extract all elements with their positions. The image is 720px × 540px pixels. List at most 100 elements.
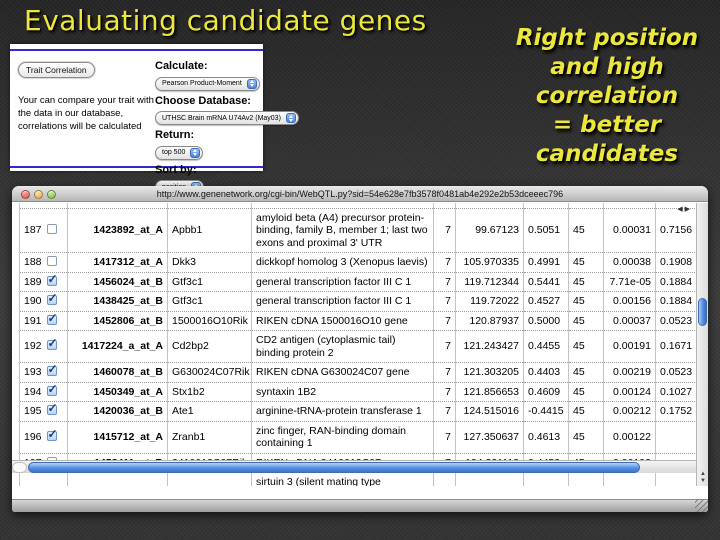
row-checkbox[interactable] [47,256,57,266]
correlation-link[interactable]: 0.5051 [524,208,569,253]
probe-id-link[interactable]: 1452806_at_B [68,311,168,331]
correlation-link[interactable]: 0.4613 [524,421,569,453]
table-row: 189 1456024_at_B Gtf3c1 general transcri… [20,272,705,292]
gene-symbol-link[interactable]: Cd2bp2 [168,331,252,363]
probe-id-link[interactable]: 1460078_at_B [68,363,168,383]
row-checkbox[interactable] [47,405,57,415]
minimize-window-icon[interactable] [34,190,43,199]
table-row: 187 1423892_at_A Apbb1 amyloid beta (A4)… [20,208,705,253]
correlation-link[interactable]: 0.5000 [524,311,569,331]
probe-id-link[interactable]: 1438425_at_B [68,292,168,312]
gene-symbol-link[interactable]: Dkk3 [168,253,252,273]
gene-symbol-link[interactable]: Sirt3 [168,473,252,487]
chromosome-cell: 7 [434,272,456,292]
window-status-bar [12,499,708,512]
row-index-cell: 195 [20,402,68,422]
return-dropdown[interactable]: top 500 [155,146,203,160]
callout-line: correlation [498,82,716,111]
calculate-label: Calculate: [155,60,273,72]
close-window-icon[interactable] [21,190,30,199]
gene-symbol-link[interactable]: 1500016O10Rik [168,311,252,331]
probe-id-link[interactable]: 1417224_a_at_A [68,331,168,363]
callout-line: candidates [498,140,716,169]
horizontal-scroll-arrows-icon[interactable]: ◀▶ [677,205,692,470]
gene-symbol-link[interactable]: G630024C07Rik [168,363,252,383]
correlation-link[interactable]: 0.4403 [524,363,569,383]
gene-symbol-link[interactable]: Ate1 [168,402,252,422]
row-checkbox[interactable] [47,224,57,234]
horizontal-scrollbar[interactable] [12,460,696,473]
row-checkbox[interactable] [47,340,57,350]
correlation-form-panel: Trait Correlation Your can compare your … [10,44,263,171]
probe-id-link[interactable]: 1423892_at_A [68,208,168,253]
vertical-scrollbar[interactable]: ▲▼ [696,203,708,486]
correlation-link[interactable]: 0.4455 [524,331,569,363]
gene-symbol-link[interactable]: Apbb1 [168,208,252,253]
row-checkbox[interactable] [47,315,57,325]
row-checkbox[interactable] [47,431,57,441]
row-index-cell: 192 [20,331,68,363]
probe-id-link[interactable]: 1417312_at_A [68,253,168,273]
n-cases-cell: 45 [569,331,604,363]
row-checkbox[interactable] [47,386,57,396]
zoom-window-icon[interactable] [47,190,56,199]
megabase-cell: 127.350637 [456,421,524,453]
row-checkbox[interactable] [47,276,57,286]
table-row: 190 1438425_at_B Gtf3c1 general transcri… [20,292,705,312]
description-cell: dickkopf homolog 3 (Xenopus laevis) [252,253,434,273]
correlation-link[interactable]: -0.4415 [524,402,569,422]
horizontal-scrollbar-thumb[interactable] [28,462,640,473]
probe-id-link[interactable]: 1417892_a_at_A [68,473,168,487]
browser-window: http://www.genenetwork.org/cgi-bin/WebQT… [12,186,708,512]
trait-correlation-button[interactable]: Trait Correlation [18,62,95,78]
callout-text: Right position and high correlation = be… [498,24,716,169]
n-cases-cell: 45 [569,382,604,402]
calculate-dropdown[interactable]: Pearson Product-Moment [155,77,260,91]
pvalue-cell: 0.00177 [604,473,656,487]
correlation-link[interactable]: -0.4482 [524,473,569,487]
correlation-link[interactable]: 0.4609 [524,382,569,402]
database-dropdown[interactable]: UTHSC Brain mRNA U74Av2 (May03) [155,111,299,125]
gene-symbol-link[interactable]: Gtf3c1 [168,272,252,292]
chromosome-cell: 7 [434,363,456,383]
choose-database-label: Choose Database: [155,95,273,107]
gene-symbol-link[interactable]: Stx1b2 [168,382,252,402]
probe-id-link[interactable]: 1456024_at_B [68,272,168,292]
resize-grip-icon[interactable] [695,499,708,512]
correlation-link[interactable]: 0.4991 [524,253,569,273]
row-index-cell: 196 [20,421,68,453]
form-description: Your can compare your trait with the dat… [18,94,156,133]
table-row: 188 1417312_at_A Dkk3 dickkopf homolog 3… [20,253,705,273]
n-cases-cell: 45 [569,311,604,331]
table-row: 195 1420036_at_B Ate1 arginine-tRNA-prot… [20,402,705,422]
gene-symbol-link[interactable]: Gtf3c1 [168,292,252,312]
row-checkbox[interactable] [47,295,57,305]
vertical-scrollbar-thumb[interactable] [698,298,707,326]
description-cell: amyloid beta (A4) precursor protein-bind… [252,208,434,253]
description-cell: syntaxin 1B2 [252,382,434,402]
description-cell: RIKEN cDNA 1500016O10 gene [252,311,434,331]
window-title-url: http://www.genenetwork.org/cgi-bin/WebQT… [12,189,708,199]
description-cell: CD2 antigen (cytoplasmic tail) binding p… [252,331,434,363]
gene-symbol-link[interactable]: Zranb1 [168,421,252,453]
n-cases-cell: 45 [569,272,604,292]
correlation-link[interactable]: 0.5441 [524,272,569,292]
chromosome-cell: 7 [434,331,456,363]
form-description-line: correlations will be calculated [18,120,156,133]
correlation-link[interactable]: 0.4527 [524,292,569,312]
sort-by-label: Sort by: [155,164,273,176]
page-content: 187 1423892_at_A Apbb1 amyloid beta (A4)… [12,203,708,486]
chromosome-cell: 7 [434,208,456,253]
horizontal-scrollbar-cap [12,462,27,473]
probe-id-link[interactable]: 1415712_at_A [68,421,168,453]
probe-id-link[interactable]: 1450349_at_A [68,382,168,402]
browser-titlebar[interactable]: http://www.genenetwork.org/cgi-bin/WebQT… [12,186,708,202]
row-index-cell: 193 [20,363,68,383]
probe-id-link[interactable]: 1420036_at_B [68,402,168,422]
chromosome-cell: 7 [434,292,456,312]
row-index-cell: 188 [20,253,68,273]
vertical-scroll-arrows-icon[interactable]: ▲▼ [697,471,708,485]
dropdown-stepper-icon [286,113,296,123]
row-checkbox[interactable] [47,366,57,376]
table-row: 198 1417892_a_at_A Sirt3 sirtuin 3 (sile… [20,473,705,487]
